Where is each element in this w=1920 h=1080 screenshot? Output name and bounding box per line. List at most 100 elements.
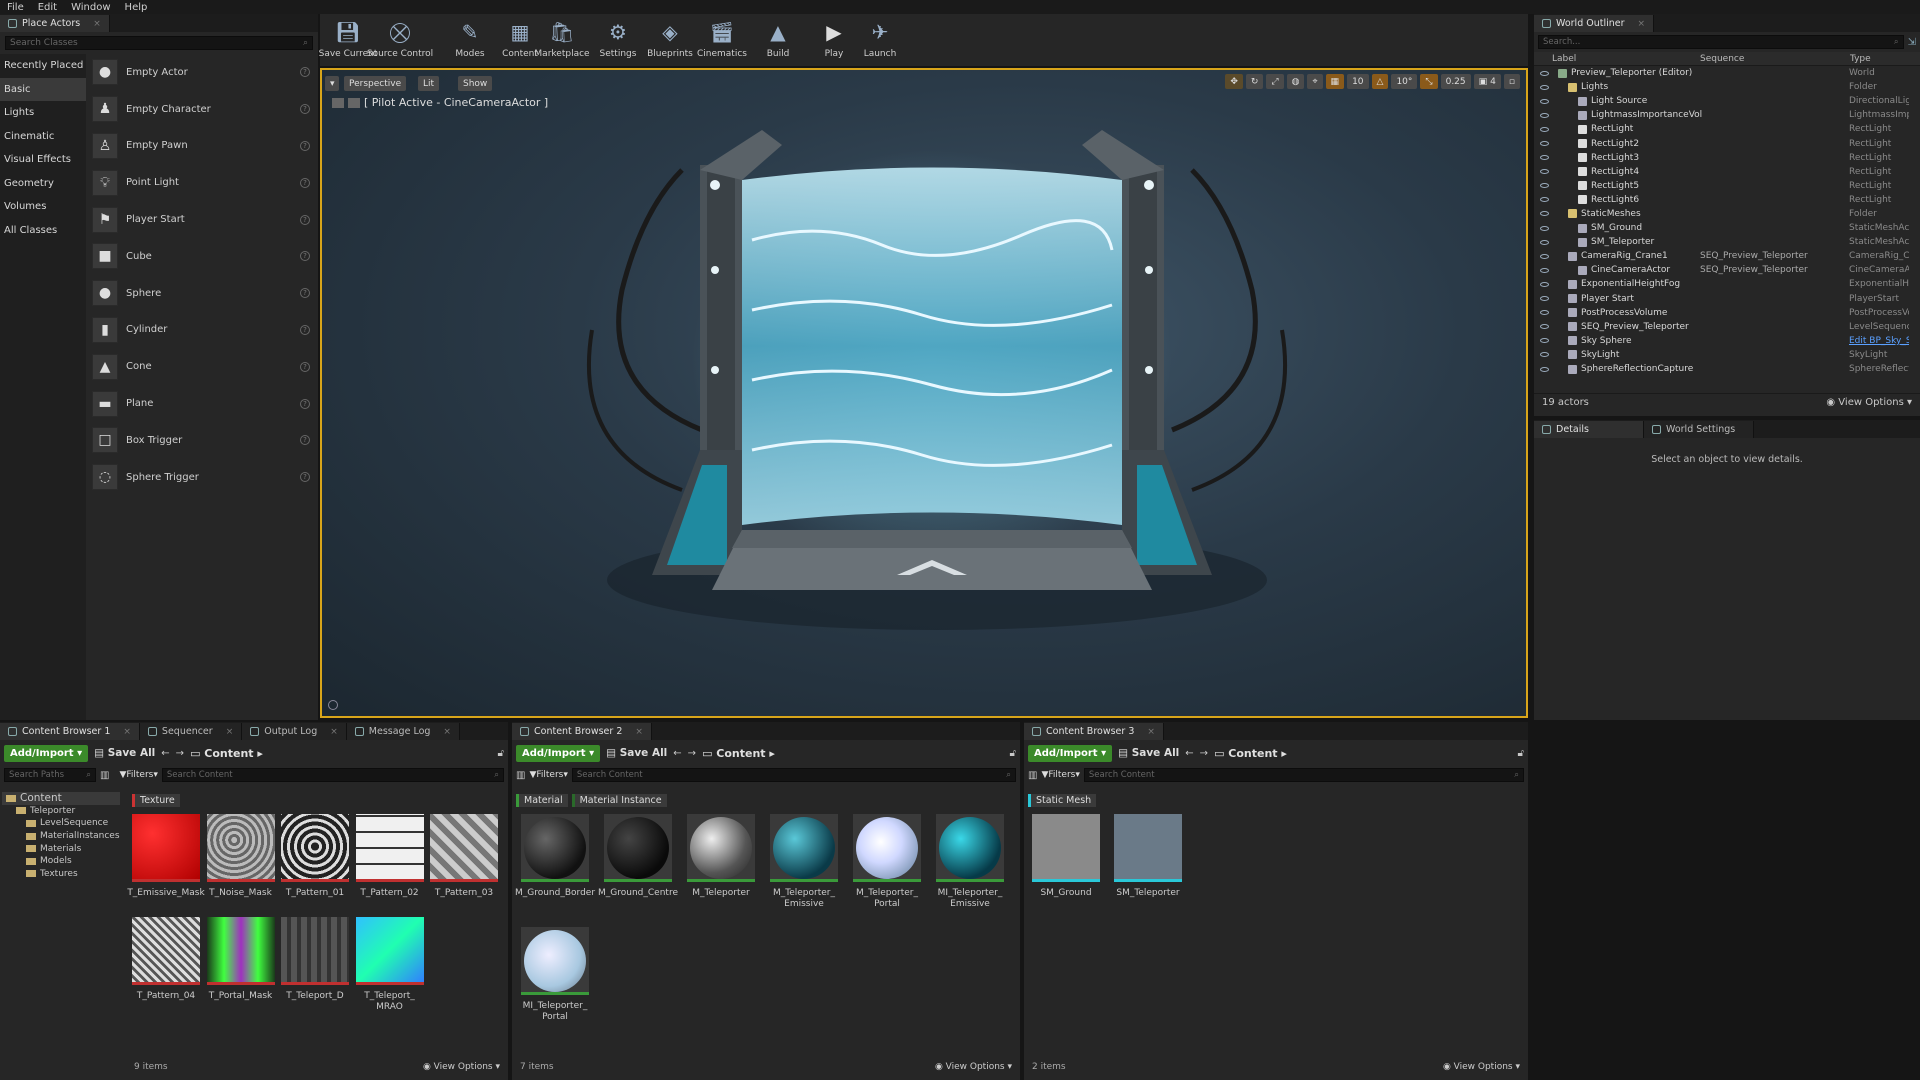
outliner-row[interactable]: Light Source DirectionalLigh (1534, 94, 1920, 108)
forward-icon[interactable]: → (688, 748, 696, 759)
settings-button[interactable]: ⚙ Settings (590, 17, 646, 59)
actor-item-plane[interactable]: ▬ Plane? (88, 385, 318, 422)
back-icon[interactable]: ← (161, 748, 169, 759)
outliner-row[interactable]: RectLight RectLight (1534, 122, 1920, 136)
help-icon[interactable] (328, 700, 338, 710)
menu-edit[interactable]: Edit (31, 2, 64, 13)
visibility-eye-icon[interactable] (1540, 225, 1549, 231)
filter-chip-static-mesh[interactable]: Static Mesh (1028, 794, 1097, 807)
view-options-button[interactable]: ◉ View Options ▾ (423, 1062, 500, 1072)
asset-t-pattern-02[interactable]: T_Pattern_02 (353, 814, 427, 899)
filter-chip-material-instance[interactable]: Material Instance (571, 794, 667, 807)
level-viewport[interactable]: ▾ Perspective Lit Show [ Pilot Active - … (320, 68, 1528, 718)
lock-icon[interactable]: 🔓︎ (1010, 748, 1016, 759)
actor-item-player-start[interactable]: ⚑ Player Start? (88, 201, 318, 238)
asset-m-teleporter[interactable]: M_Teleporter (684, 814, 758, 899)
outliner-view-options[interactable]: ◉ View Options ▾ (1826, 397, 1912, 408)
visibility-eye-icon[interactable] (1540, 338, 1549, 344)
help-icon[interactable]: ? (300, 288, 310, 299)
asset-mi-teleporter-emissive[interactable]: MI_Teleporter_ Emissive (933, 814, 1007, 910)
visibility-eye-icon[interactable] (1540, 126, 1549, 132)
view-options-button[interactable]: ◉ View Options ▾ (935, 1062, 1012, 1072)
asset-t-emissive-mask[interactable]: T_Emissive_Mask (127, 814, 205, 899)
search-paths-input[interactable]: Search Paths ⌕ (4, 768, 96, 782)
help-icon[interactable]: ? (300, 398, 310, 409)
visibility-eye-icon[interactable] (1540, 197, 1549, 203)
tree-item-models[interactable]: Models (2, 855, 120, 868)
category-basic[interactable]: Basic (0, 77, 86, 101)
add-import-button[interactable]: Add/Import ▾ (1028, 744, 1113, 762)
view-options-button[interactable]: ◉ View Options ▾ (1443, 1062, 1520, 1072)
help-icon[interactable]: ? (300, 214, 310, 225)
category-cinematic[interactable]: Cinematic (0, 125, 86, 149)
category-volumes[interactable]: Volumes (0, 195, 86, 219)
blueprints-button[interactable]: ◈ Blueprints (642, 17, 698, 59)
back-icon[interactable]: ← (1185, 748, 1193, 759)
help-icon[interactable]: ? (300, 104, 310, 115)
menu-window[interactable]: Window (64, 2, 117, 13)
category-all-classes[interactable]: All Classes (0, 219, 86, 243)
tab-sequencer[interactable]: Sequencer × (139, 723, 243, 740)
outliner-row[interactable]: StaticMeshes Folder (1534, 207, 1920, 221)
lock-icon[interactable]: 🔓︎ (1518, 748, 1524, 759)
filters-button[interactable]: ▼ Filters ▾ (119, 770, 157, 780)
outliner-search-input[interactable]: Search... ⌕ (1538, 35, 1904, 49)
actor-item-cube[interactable]: ■ Cube? (88, 238, 318, 275)
outliner-row[interactable]: RectLight2 RectLight (1534, 136, 1920, 150)
save-all-button[interactable]: ▤ Save All (606, 747, 667, 759)
help-icon[interactable]: ? (300, 177, 310, 188)
source-control-button[interactable]: ⛒ Source Control (367, 17, 433, 59)
outliner-row[interactable]: SkyLight SkyLight (1534, 348, 1920, 362)
marketplace-button[interactable]: 🛍︎ Marketplace (534, 17, 590, 59)
outliner-row[interactable]: CameraRig_Crane1 SEQ_Preview_Teleporter Ca… (1534, 249, 1920, 263)
actor-item-sphere-trigger[interactable]: ◌ Sphere Trigger? (88, 459, 318, 496)
col-type[interactable]: Type (1850, 54, 1871, 64)
actor-item-cone[interactable]: ▲ Cone? (88, 348, 318, 385)
outliner-add-icon[interactable]: ⇲ (1908, 37, 1916, 48)
outliner-row[interactable]: Sky Sphere Edit BP_Sky_S (1534, 334, 1920, 348)
menu-file[interactable]: File (0, 2, 31, 13)
outliner-row[interactable]: ExponentialHeightFog ExponentialHei (1534, 277, 1920, 291)
col-label[interactable]: Label (1552, 54, 1700, 64)
search-classes-input[interactable]: Search Classes ⌕ (5, 36, 313, 50)
forward-icon[interactable]: → (176, 748, 184, 759)
cinematics-button[interactable]: 🎬︎ Cinematics (694, 17, 750, 59)
help-icon[interactable]: ? (300, 140, 310, 151)
visibility-eye-icon[interactable] (1540, 183, 1549, 189)
visibility-eye-icon[interactable] (1540, 281, 1549, 287)
category-geometry[interactable]: Geometry (0, 172, 86, 196)
category-lights[interactable]: Lights (0, 101, 86, 125)
close-icon[interactable]: × (635, 727, 643, 737)
actor-item-point-light[interactable]: 💡︎ Point Light? (88, 164, 318, 201)
back-icon[interactable]: ← (673, 748, 681, 759)
visibility-eye-icon[interactable] (1540, 310, 1549, 316)
close-icon[interactable]: × (330, 727, 338, 737)
outliner-row[interactable]: LightmassImportanceVol LightmassImpc (1534, 108, 1920, 122)
asset-m-teleporter-emissive[interactable]: M_Teleporter_ Emissive (767, 814, 841, 910)
menu-help[interactable]: Help (118, 2, 155, 13)
help-icon[interactable]: ? (300, 472, 310, 483)
tab-place-actors[interactable]: Place Actors × (0, 15, 110, 32)
visibility-eye-icon[interactable] (1540, 155, 1549, 161)
asset-m-teleporter-portal[interactable]: M_Teleporter_ Portal (850, 814, 924, 910)
help-icon[interactable]: ? (300, 251, 310, 262)
visibility-eye-icon[interactable] (1540, 112, 1549, 118)
lock-icon[interactable]: 🔓︎ (498, 748, 504, 759)
visibility-eye-icon[interactable] (1540, 253, 1549, 259)
visibility-eye-icon[interactable] (1540, 239, 1549, 245)
visibility-eye-icon[interactable] (1540, 211, 1549, 217)
tab-content-browser-2[interactable]: Content Browser 2 × (512, 723, 652, 740)
help-icon[interactable]: ? (300, 324, 310, 335)
actor-item-sphere[interactable]: ● Sphere? (88, 275, 318, 312)
search-content-input[interactable]: Search Content ⌕ (571, 768, 1016, 782)
close-icon[interactable]: × (1638, 19, 1646, 29)
outliner-row[interactable]: SphereReflectionCapture SphereReflectic (1534, 362, 1920, 376)
sources-icon[interactable]: ▥ (516, 770, 525, 781)
modes-button[interactable]: ✎ Modes (442, 17, 498, 59)
tree-item-teleporter[interactable]: Teleporter (2, 805, 120, 818)
col-sequence[interactable]: Sequence (1700, 54, 1850, 64)
category-recently-placed[interactable]: Recently Placed (0, 54, 86, 78)
asset-t-teleport-mrao[interactable]: T_Teleport_ MRAO (353, 917, 427, 1013)
actor-item-empty-actor[interactable]: ● Empty Actor? (88, 54, 318, 91)
sources-icon[interactable]: ▥ (1028, 770, 1037, 781)
